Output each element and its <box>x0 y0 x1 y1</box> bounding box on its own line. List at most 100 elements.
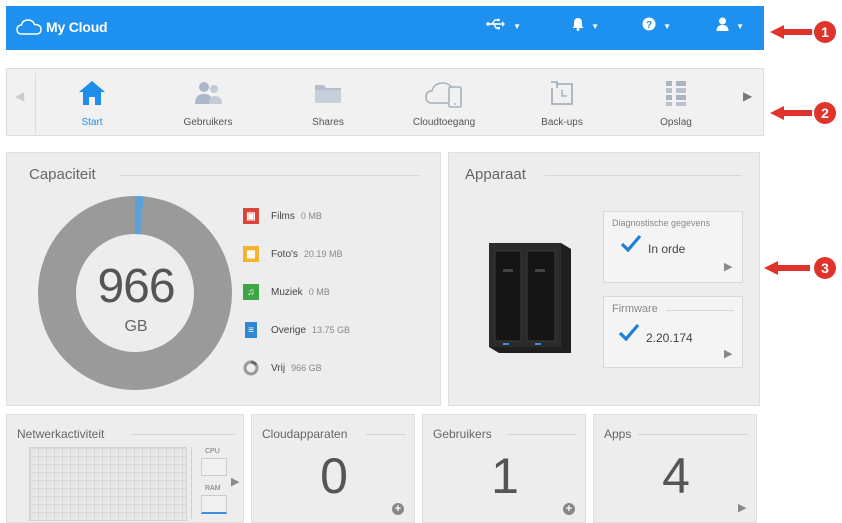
apps-tile[interactable]: Apps 4 ▶ <box>593 414 757 523</box>
cloud-devices-tile[interactable]: Cloudapparaten 0 + <box>251 414 415 523</box>
film-icon: ▣ <box>243 208 259 224</box>
legend-item-music: ♫ Muziek 0 MB <box>243 281 330 303</box>
diagnostics-arrow[interactable]: ▶ <box>724 260 732 273</box>
title-divider <box>638 434 748 435</box>
legend-value: 0 MB <box>308 287 330 297</box>
nav-item-users[interactable]: Gebruikers <box>153 77 263 128</box>
callout-arrow-icon <box>770 25 812 39</box>
legend-value: 20.19 MB <box>303 249 343 259</box>
callout-arrow-icon <box>770 106 812 120</box>
cpu-meter <box>201 458 227 476</box>
svg-text:?: ? <box>646 20 652 31</box>
nav-item-start[interactable]: Start <box>37 77 147 128</box>
tile-title: Netwerkactiviteit <box>17 427 105 441</box>
legend-value: 966 GB <box>291 363 322 373</box>
graph-divider <box>191 447 192 519</box>
firmware-version: 2.20.174 <box>646 331 693 345</box>
tile-title: Cloudapparaten <box>262 427 348 441</box>
callout-badge-3: 3 <box>814 257 836 279</box>
check-icon <box>618 323 640 346</box>
title-divider <box>666 310 734 311</box>
nav-prev-arrow[interactable]: ◀ <box>15 89 24 103</box>
chevron-down-icon: ▼ <box>591 22 600 31</box>
tile-title: Gebruikers <box>433 427 492 441</box>
folder-icon <box>273 77 383 109</box>
usb-menu-button[interactable]: ▼ <box>486 17 521 35</box>
legend-value: 13.75 GB <box>312 325 351 335</box>
callout-badge-1: 1 <box>814 21 836 43</box>
chevron-down-icon: ▼ <box>513 22 522 31</box>
nav-item-cloud-access[interactable]: Cloudtoegang <box>389 77 499 128</box>
legend-name: Films <box>271 210 295 222</box>
firmware-card[interactable]: Firmware 2.20.174 ▶ <box>603 296 743 368</box>
nas-device-image <box>489 243 571 353</box>
firmware-arrow[interactable]: ▶ <box>724 347 732 360</box>
cpu-label: CPU <box>205 448 220 455</box>
diagnostics-card[interactable]: Diagnostische gegevens In orde ▶ <box>603 211 743 283</box>
nav-item-label: Shares <box>312 117 344 128</box>
network-arrow[interactable]: ▶ <box>231 475 239 488</box>
document-icon: ≡ <box>245 322 257 338</box>
usb-icon <box>486 18 510 35</box>
network-graph <box>29 447 187 521</box>
cloud-logo-icon <box>16 19 42 35</box>
diagnostics-title: Diagnostische gegevens <box>612 218 711 228</box>
chevron-down-icon: ▼ <box>736 22 745 31</box>
legend-value: 0 MB <box>300 211 322 221</box>
storage-icon <box>621 77 731 109</box>
music-icon: ♫ <box>243 284 259 300</box>
capacity-panel: Capaciteit 966 GB ▣ Films 0 MB ▦ Foto's … <box>6 152 441 406</box>
capacity-total-value: 966 <box>97 260 175 313</box>
apps-count: 4 <box>662 448 690 504</box>
nav-item-shares[interactable]: Shares <box>273 77 383 128</box>
users-count: 1 <box>491 448 519 504</box>
main-navigation: ◀ ▶ Start Gebruikers Shares Cloudtoegang… <box>6 68 764 136</box>
ram-label: RAM <box>205 485 221 492</box>
help-icon: ? <box>642 17 660 35</box>
tile-title: Apps <box>604 427 632 441</box>
backup-icon <box>507 77 617 109</box>
legend-item-photos: ▦ Foto's 20.19 MB <box>243 243 342 265</box>
nav-item-label: Cloudtoegang <box>412 117 476 128</box>
legend-name: Vrij <box>271 362 286 374</box>
help-button[interactable]: ? ▼ <box>642 17 671 35</box>
cloud-device-icon <box>389 77 499 109</box>
chevron-down-icon: ▼ <box>663 22 672 31</box>
diagnostics-status: In orde <box>648 242 686 256</box>
title-divider <box>366 434 406 435</box>
panel-title: Apparaat <box>465 166 526 183</box>
callout-badge-2: 2 <box>814 102 836 124</box>
add-user-icon[interactable]: + <box>563 503 575 515</box>
nav-next-arrow[interactable]: ▶ <box>743 89 752 103</box>
nav-item-storage[interactable]: Opslag <box>621 77 731 128</box>
nav-item-label: Opslag <box>660 117 692 128</box>
network-activity-tile: Netwerkactiviteit CPU RAM ▶ <box>6 414 244 523</box>
legend-name: Foto's <box>271 248 298 260</box>
users-tile[interactable]: Gebruikers 1 + <box>422 414 586 523</box>
cloud-devices-count: 0 <box>320 448 348 504</box>
user-icon <box>716 17 733 35</box>
top-bar: My Cloud ▼ ▼ ? ▼ ▼ <box>6 6 764 50</box>
nav-item-label: Back-ups <box>541 117 583 128</box>
app-title: My Cloud <box>46 19 108 35</box>
capacity-total-unit: GB <box>124 318 148 335</box>
title-divider <box>131 434 235 435</box>
photo-icon: ▦ <box>243 246 259 262</box>
user-menu-button[interactable]: ▼ <box>716 17 744 35</box>
nav-divider <box>35 73 36 133</box>
legend-name: Muziek <box>271 286 303 298</box>
bell-icon <box>572 18 588 35</box>
nav-item-backups[interactable]: Back-ups <box>507 77 617 128</box>
free-space-icon <box>243 360 259 376</box>
apps-arrow[interactable]: ▶ <box>738 501 746 514</box>
title-divider <box>119 175 419 176</box>
firmware-title: Firmware <box>612 303 658 315</box>
legend-item-free: Vrij 966 GB <box>243 357 322 379</box>
legend-name: Overige <box>271 324 307 336</box>
legend-item-films: ▣ Films 0 MB <box>243 205 322 227</box>
device-panel: Apparaat Diagnostische gegevens In orde … <box>448 152 760 406</box>
add-cloud-device-icon[interactable]: + <box>392 503 404 515</box>
panel-title: Capaciteit <box>29 166 96 183</box>
nav-item-label: Gebruikers <box>183 117 233 128</box>
notifications-button[interactable]: ▼ <box>572 17 599 35</box>
